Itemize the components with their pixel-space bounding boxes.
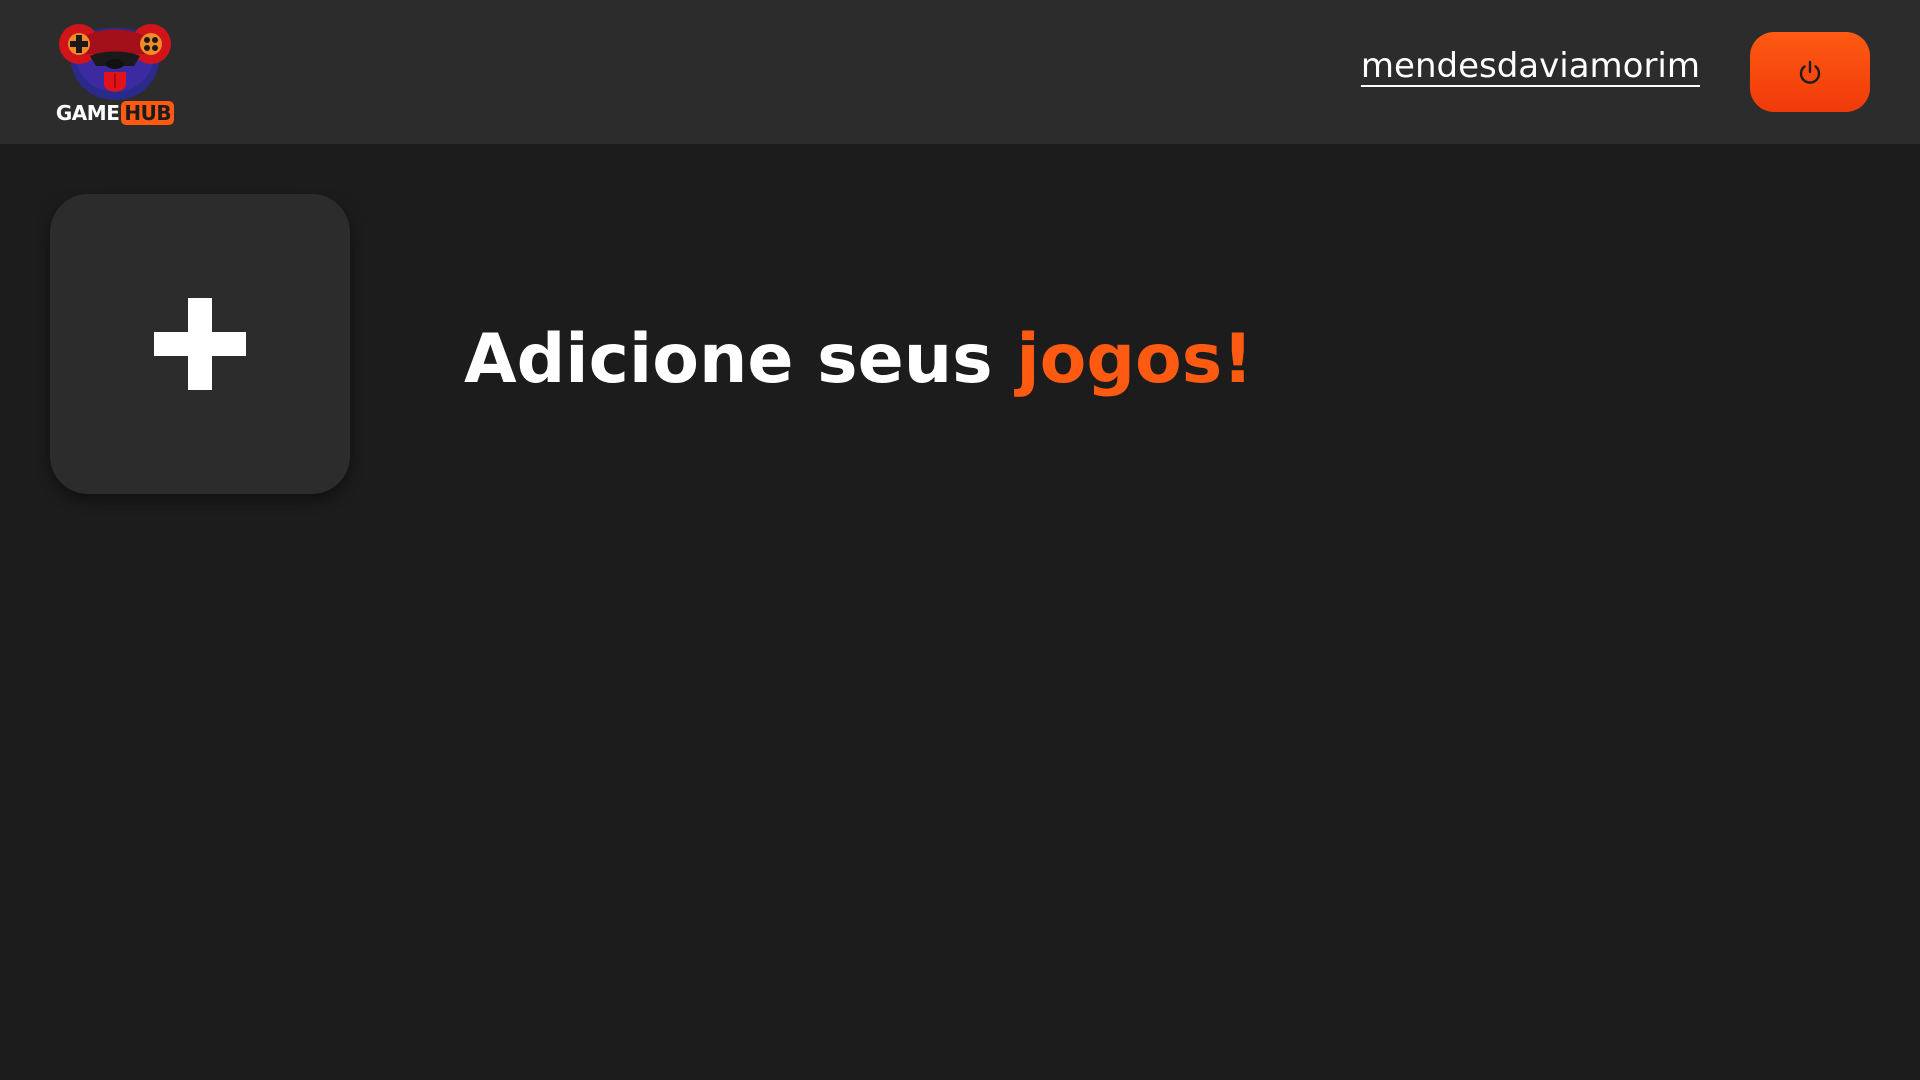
gamepad-dog-mascot-icon: [59, 24, 171, 100]
logo-text-hub: HUB: [121, 101, 175, 125]
username-link[interactable]: mendesdaviamorim: [1361, 46, 1700, 86]
page-headline: Adicione seus jogos!: [464, 320, 1253, 399]
top-bar: GAME HUB mendesdaviamorim: [0, 0, 1920, 144]
logo-text-game: GAME: [55, 101, 120, 125]
logout-button[interactable]: [1750, 32, 1870, 112]
headline-text: Adicione seus: [464, 320, 1017, 399]
add-game-button[interactable]: [50, 194, 350, 494]
power-icon: [1799, 60, 1821, 84]
logo-wordmark: GAME HUB: [52, 101, 178, 125]
app-logo[interactable]: GAME HUB: [52, 14, 178, 130]
headline-accent-text: jogos!: [1016, 320, 1254, 399]
plus-icon-horizontal: [154, 332, 246, 356]
